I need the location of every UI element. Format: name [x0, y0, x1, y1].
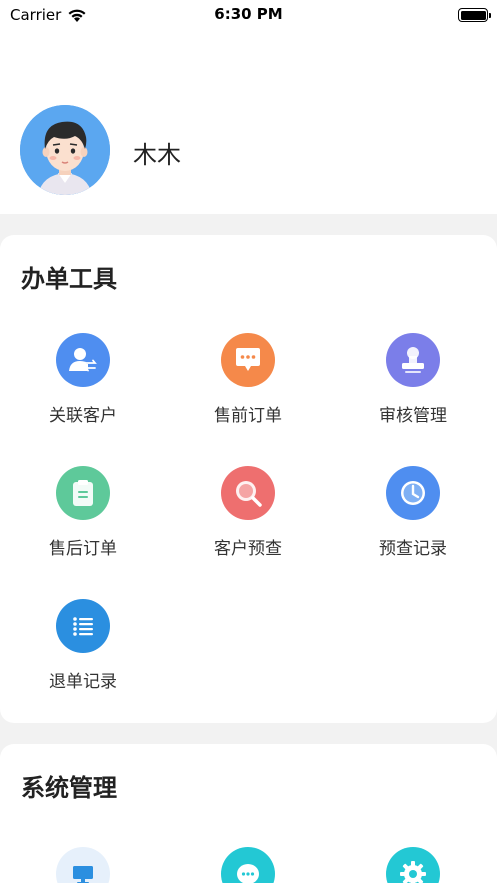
system-item-monitor[interactable] — [13, 847, 153, 883]
tool-audit-manage[interactable]: 审核管理 — [343, 333, 483, 426]
tools-title: 办单工具 — [21, 265, 117, 293]
username: 木木 — [133, 141, 181, 169]
carrier-label: Carrier — [10, 6, 62, 24]
status-time: 6:30 PM — [214, 5, 283, 23]
tool-precheck-records[interactable]: 预查记录 — [343, 466, 483, 559]
message-icon — [221, 847, 275, 883]
tool-label: 售后订单 — [49, 539, 117, 559]
tool-refund-records[interactable]: 退单记录 — [13, 599, 153, 692]
battery-icon — [458, 8, 491, 22]
tool-link-customer[interactable]: 关联客户 — [13, 333, 153, 426]
clock-icon — [386, 466, 440, 520]
status-bar: Carrier 6:30 PM — [0, 0, 497, 30]
tool-label: 预查记录 — [379, 539, 447, 559]
tool-label: 客户预查 — [214, 539, 282, 559]
avatar[interactable] — [20, 105, 110, 195]
clipboard-icon — [56, 466, 110, 520]
tool-label: 审核管理 — [379, 406, 447, 426]
system-item-message[interactable] — [178, 847, 318, 883]
stamp-icon — [386, 333, 440, 387]
tool-label: 关联客户 — [49, 406, 117, 426]
monitor-icon — [56, 847, 110, 883]
system-card: 系统管理 — [0, 744, 497, 883]
chat-bubble-icon — [221, 333, 275, 387]
status-left: Carrier — [10, 6, 87, 24]
tools-card: 办单工具 关联客户 售前订单 审核管理 售后订单 客户预查 预查记录 退单记录 — [0, 235, 497, 723]
list-icon — [56, 599, 110, 653]
tool-presale-order[interactable]: 售前订单 — [178, 333, 318, 426]
tool-aftersale-order[interactable]: 售后订单 — [13, 466, 153, 559]
tool-customer-precheck[interactable]: 客户预查 — [178, 466, 318, 559]
tool-label: 售前订单 — [214, 406, 282, 426]
system-item-settings[interactable] — [343, 847, 483, 883]
tool-label: 退单记录 — [49, 672, 117, 692]
link-customer-icon — [56, 333, 110, 387]
system-title: 系统管理 — [21, 774, 117, 802]
gear-icon — [386, 847, 440, 883]
profile-header: 木木 — [0, 30, 497, 214]
avatar-illustration — [20, 105, 110, 195]
wifi-icon — [68, 9, 86, 22]
search-icon — [221, 466, 275, 520]
